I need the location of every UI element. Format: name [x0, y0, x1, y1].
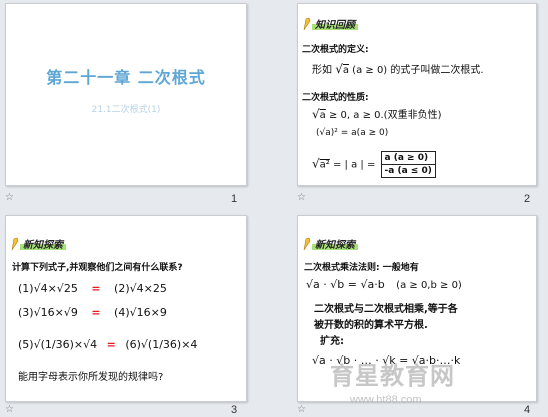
case-positive: a (a ≥ 0) — [380, 151, 436, 165]
equals-sign: = — [91, 282, 101, 295]
sqrt-a2: a² — [319, 159, 330, 171]
equals-sign: = — [91, 306, 101, 319]
property-2-text: = a(a ≥ 0) — [340, 128, 389, 138]
property-3-text: = | a | = — [332, 159, 376, 171]
rule-heading: 二次根式乘法法则: 一般地有 — [304, 263, 419, 273]
badge-label: 新知探索 — [312, 236, 358, 251]
pencil-icon — [303, 17, 311, 30]
slide-thumbnail-1[interactable]: 第二十一章 二次根式 21.1二次根式(1) — [5, 3, 247, 186]
sqrt-a: a — [342, 65, 349, 76]
math-row-3: (5)√(1/36)×√4 = (6)√(1/36)×4 — [18, 338, 197, 351]
definition-pre: 形如 — [312, 65, 332, 76]
expr-5: (5)√(1/36)×√4 — [18, 338, 98, 351]
rule-condition: (a ≥ 0,b ≥ 0) — [396, 280, 462, 291]
case-box: a (a ≥ 0) -a (a ≤ 0) — [380, 151, 436, 178]
definition-line: 形如 √a (a ≥ 0) 的式子叫做二次根式. — [312, 61, 484, 76]
sqrt-a-text: a — [319, 110, 326, 121]
slide-subtitle: 21.1二次根式(1) — [91, 105, 161, 115]
explanation-line-1: 二次根式与二次根式相乘,等于各 — [314, 304, 458, 315]
watermark-url: www.ht88.com — [350, 394, 422, 406]
section-badge: 知识回顾 — [302, 16, 358, 31]
badge-label: 知识回顾 — [312, 16, 358, 31]
slide-thumbnail-2[interactable]: 知识回顾 二次根式的定义: 形如 √a (a ≥ 0) 的式子叫做二次根式. 二… — [297, 3, 537, 186]
sqrt-symbol: √ — [312, 156, 320, 171]
expr-6: (6)√(1/36)×4 — [125, 338, 198, 351]
slide-number: 1 — [231, 193, 238, 205]
slide-star-icon[interactable]: ☆ — [5, 404, 14, 415]
property-1-text: ≥ 0, a ≥ 0.(双重非负性) — [328, 110, 442, 121]
slide-number: 4 — [524, 404, 531, 416]
badge-label: 新知探索 — [20, 236, 66, 251]
sqrt-symbol: √ — [312, 107, 320, 121]
slide-star-icon[interactable]: ☆ — [297, 192, 306, 203]
math-row-1: (1)√4×√25 = (2)√4×25 — [18, 282, 167, 295]
watermark: 育星教育网 — [330, 362, 455, 390]
section-badge: 新知探索 — [302, 236, 358, 251]
sqrt-squared: (√a)² — [316, 128, 338, 138]
definition-post: 的式子叫做二次根式. — [390, 65, 484, 76]
sqrt-symbol: √ — [335, 62, 343, 76]
slide-star-icon[interactable]: ☆ — [297, 404, 306, 415]
slide-number: 3 — [231, 404, 238, 416]
case-negative: -a (a ≤ 0) — [380, 165, 436, 178]
definition-heading: 二次根式的定义: — [302, 45, 369, 55]
math-row-2: (3)√16×√9 = (4)√16×9 — [18, 306, 167, 319]
slide-title: 第二十一章 二次根式 — [46, 68, 206, 87]
explanation-line-2: 被开数的积的算术平方根. — [314, 320, 428, 331]
section-badge: 新知探索 — [10, 236, 66, 251]
multiplication-rule: √a · √b = √a·b (a ≥ 0,b ≥ 0) — [306, 278, 462, 291]
property-1: √a ≥ 0, a ≥ 0.(双重非负性) — [312, 106, 441, 121]
property-2: (√a)² = a(a ≥ 0) — [316, 128, 388, 138]
expr-4: (4)√16×9 — [114, 306, 167, 319]
slide-star-icon[interactable]: ☆ — [5, 192, 14, 203]
rule-formula: √a · √b = √a·b — [306, 278, 385, 291]
pencil-icon — [11, 237, 19, 250]
instruction: 计算下列式子,并观察他们之间有什么联系? — [12, 263, 183, 273]
equals-sign: = — [106, 338, 116, 351]
expr-2: (2)√4×25 — [114, 282, 167, 295]
expr-1: (1)√4×√25 — [18, 282, 78, 295]
definition-cond: (a ≥ 0) — [352, 65, 388, 76]
slide-thumbnail-3[interactable]: 新知探索 计算下列式子,并观察他们之间有什么联系? (1)√4×√25 = (2… — [5, 215, 247, 402]
expr-3: (3)√16×√9 — [18, 306, 78, 319]
extension-label: 扩充: — [320, 336, 344, 347]
slide-number: 2 — [524, 193, 531, 205]
question: 能用字母表示你所发现的规律吗? — [18, 372, 164, 383]
pencil-icon — [303, 237, 311, 250]
property-3: √a² = | a | = a (a ≥ 0) -a (a ≤ 0) — [312, 151, 436, 178]
properties-heading: 二次根式的性质: — [302, 93, 369, 103]
